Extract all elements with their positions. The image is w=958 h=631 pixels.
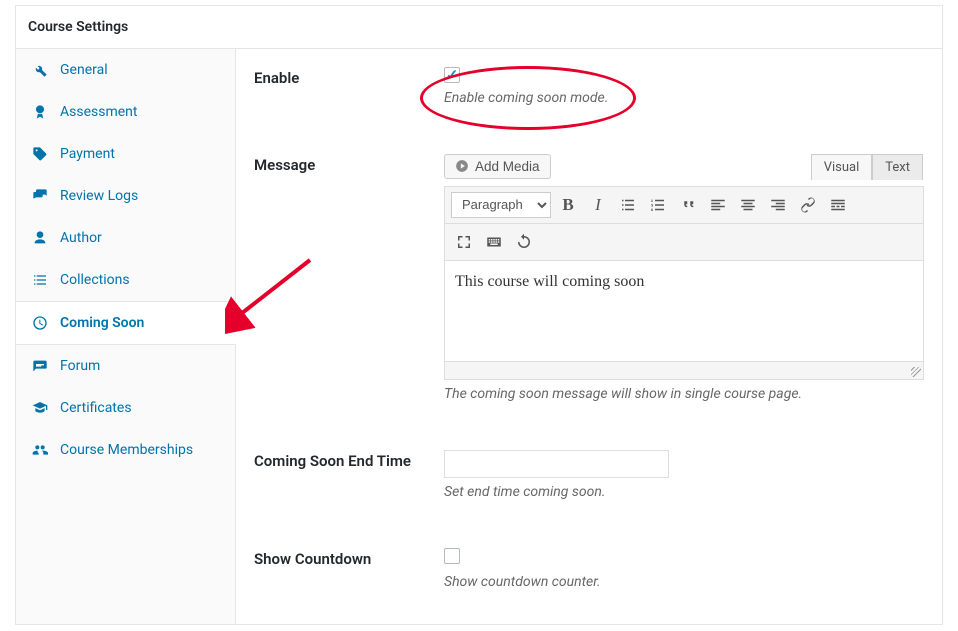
- user-icon: [32, 230, 48, 246]
- sidebar-item-label: Collections: [60, 272, 130, 288]
- award-icon: [32, 104, 48, 120]
- sidebar-item-certificates[interactable]: Certificates: [16, 387, 235, 429]
- sidebar-item-label: Payment: [60, 146, 115, 162]
- clock-icon: [32, 315, 48, 331]
- enable-desc: Enable coming soon mode.: [444, 90, 924, 106]
- show-countdown-checkbox[interactable]: [444, 548, 460, 564]
- sidebar-item-coming-soon[interactable]: Coming Soon: [16, 301, 236, 345]
- sidebar-item-forum[interactable]: Forum: [16, 345, 235, 387]
- end-time-label: Coming Soon End Time: [254, 450, 444, 470]
- format-select[interactable]: Paragraph: [451, 192, 551, 218]
- show-countdown-desc: Show countdown counter.: [444, 574, 924, 590]
- end-time-desc: Set end time coming soon.: [444, 484, 924, 500]
- numbered-list-button[interactable]: [645, 192, 671, 218]
- align-center-button[interactable]: [735, 192, 761, 218]
- row-message: Message Add Media Visual Text: [254, 154, 924, 402]
- graduation-cap-icon: [32, 400, 48, 416]
- align-left-button[interactable]: [705, 192, 731, 218]
- media-icon: [455, 159, 469, 173]
- row-enable: Enable Enable coming soon mode.: [254, 67, 924, 106]
- wysiwyg-editor: Paragraph B I: [444, 186, 924, 380]
- align-right-button[interactable]: [765, 192, 791, 218]
- wrench-icon: [32, 62, 48, 78]
- editor-statusbar: [445, 361, 923, 379]
- panel-title: Course Settings: [16, 6, 942, 49]
- editor-tab-text[interactable]: Text: [872, 154, 923, 180]
- tag-icon: [32, 146, 48, 162]
- users-icon: [32, 442, 48, 458]
- sidebar-item-review-logs[interactable]: Review Logs: [16, 175, 235, 217]
- sidebar-item-label: Coming Soon: [60, 315, 144, 331]
- keyboard-button[interactable]: [481, 229, 507, 255]
- editor-toolbar-row2: [445, 224, 923, 261]
- course-settings-panel: Course Settings General Assessment: [15, 5, 943, 625]
- sidebar-item-author[interactable]: Author: [16, 217, 235, 259]
- sidebar-item-collections[interactable]: Collections: [16, 259, 235, 301]
- comments-icon: [32, 188, 48, 204]
- blockquote-button[interactable]: [675, 192, 701, 218]
- enable-label: Enable: [254, 67, 444, 87]
- end-time-input[interactable]: [444, 450, 669, 478]
- refresh-button[interactable]: [511, 229, 537, 255]
- sidebar-item-label: Course Memberships: [60, 442, 193, 458]
- sidebar-item-label: Review Logs: [60, 188, 138, 204]
- sidebar-item-course-memberships[interactable]: Course Memberships: [16, 429, 235, 471]
- sidebar-item-payment[interactable]: Payment: [16, 133, 235, 175]
- enable-checkbox[interactable]: [444, 67, 460, 83]
- show-countdown-label: Show Countdown: [254, 548, 444, 568]
- add-media-button[interactable]: Add Media: [444, 154, 551, 179]
- fullscreen-button[interactable]: [451, 229, 477, 255]
- link-button[interactable]: [795, 192, 821, 218]
- sidebar-item-general[interactable]: General: [16, 49, 235, 91]
- message-label: Message: [254, 154, 444, 174]
- sidebar-item-label: Author: [60, 230, 102, 246]
- editor-textarea[interactable]: This course will coming soon: [445, 261, 923, 361]
- editor-tab-visual[interactable]: Visual: [811, 154, 873, 180]
- sidebar-item-label: Certificates: [60, 400, 132, 416]
- sidebar-item-label: General: [60, 62, 108, 78]
- forum-icon: [32, 358, 48, 374]
- sidebar-item-assessment[interactable]: Assessment: [16, 91, 235, 133]
- italic-button[interactable]: I: [585, 192, 611, 218]
- list-icon: [32, 272, 48, 288]
- sidebar-item-label: Forum: [60, 358, 100, 374]
- settings-content: Enable Enable coming soon mode. Message …: [236, 49, 942, 624]
- sidebar-item-label: Assessment: [60, 104, 137, 120]
- row-show-countdown: Show Countdown Show countdown counter.: [254, 548, 924, 590]
- bold-button[interactable]: B: [555, 192, 581, 218]
- add-media-label: Add Media: [475, 159, 540, 174]
- editor-toolbar-row1: Paragraph B I: [445, 187, 923, 224]
- row-end-time: Coming Soon End Time Set end time coming…: [254, 450, 924, 500]
- message-desc: The coming soon message will show in sin…: [444, 386, 924, 402]
- read-more-button[interactable]: [825, 192, 851, 218]
- settings-tabs-sidebar: General Assessment Payment: [16, 49, 236, 624]
- bullet-list-button[interactable]: [615, 192, 641, 218]
